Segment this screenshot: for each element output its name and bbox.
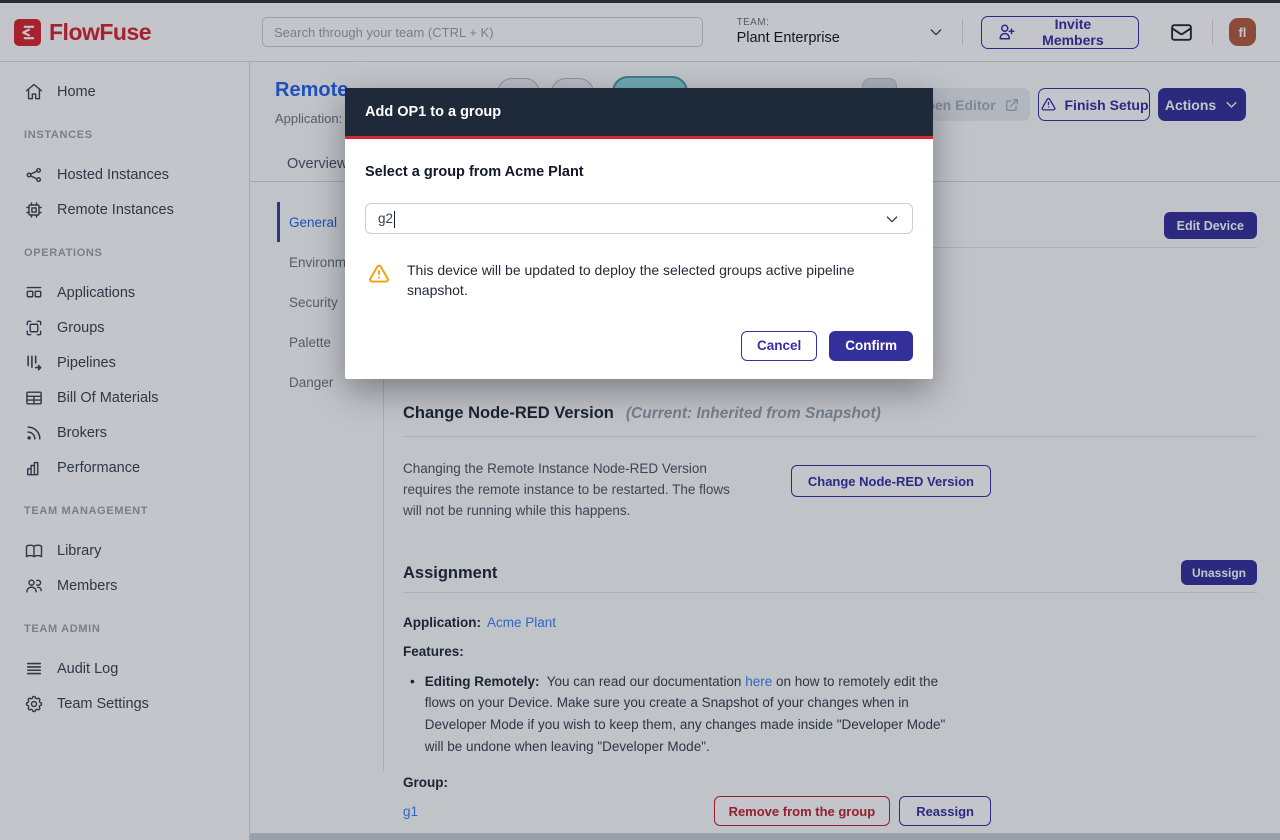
add-to-group-dialog: Add OP1 to a group Select a group from A… (345, 88, 933, 379)
group-select[interactable] (365, 203, 913, 234)
group-select-input[interactable] (378, 211, 884, 226)
dialog-header: Add OP1 to a group (345, 88, 933, 139)
dialog-title: Add OP1 to a group (365, 102, 913, 122)
warning-triangle-icon (367, 262, 391, 286)
confirm-button[interactable]: Confirm (829, 331, 913, 361)
warning-message: This device will be updated to deploy th… (365, 260, 913, 301)
warning-text: This device will be updated to deploy th… (407, 260, 913, 301)
cancel-button[interactable]: Cancel (741, 331, 817, 361)
chevron-down-icon[interactable] (884, 211, 900, 227)
dialog-body: Select a group from Acme Plant This devi… (345, 139, 933, 379)
group-select-label: Select a group from Acme Plant (365, 163, 913, 181)
text-caret (394, 211, 395, 228)
dialog-footer: Cancel Confirm (365, 331, 913, 361)
